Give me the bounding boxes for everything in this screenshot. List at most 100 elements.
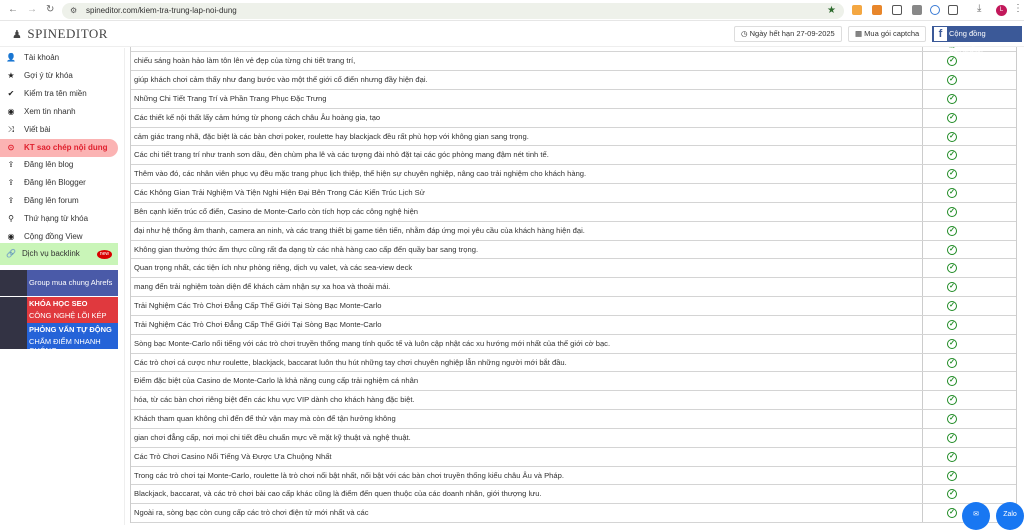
table-row: Trải Nghiệm Các Trò Chơi Đẳng Cấp Thế Gi… [131,297,1016,316]
sentence-text: giúp khách chơi cảm thấy như đang bước v… [134,75,428,85]
eye-icon: ◉ [7,106,15,116]
banner-thumbnail [0,323,27,349]
check-icon: ✔ [7,88,15,98]
profile-avatar[interactable]: L [996,5,1007,16]
sidebar-item-label: Kiểm tra tên miền [24,88,87,98]
menu-icon[interactable]: ⋮ [1013,3,1023,14]
sentence-text: Các Không Gian Trải Nghiệm Và Tiện Nghi … [134,188,425,198]
sidebar-item[interactable]: 👤 Tài khoản [0,49,118,67]
sidebar-item[interactable]: ◉ Xem tin nhanh [0,103,118,121]
zalo-label: Zalo [1003,511,1017,518]
sidebar-item[interactable]: ⇪ Đăng lên forum [0,192,118,210]
sentence-text: Trải Nghiệm Các Trò Chơi Đẳng Cấp Thế Gi… [134,319,382,329]
sidebar-item-label: Thứ hạng từ khóa [24,214,89,224]
banner-line1: Group mua chung Ahrefs [29,278,113,287]
download-icon[interactable]: ⤓ [977,3,981,14]
extension-icon[interactable] [872,5,882,15]
sentence-text: Điểm đặc biệt của Casino de Monte-Carlo … [134,376,419,386]
table-row: Ngoài ra, sòng bạc còn cung cấp các trò … [131,504,1016,524]
sentence-text: Các Trò Chơi Casino Nổi Tiếng Và Được Ưa… [134,451,332,461]
reload-icon[interactable]: ↻ [46,4,54,15]
promo-banner[interactable]: Group mua chung Ahrefs [0,270,118,296]
forward-icon[interactable]: → [27,4,37,15]
check-circle-icon: ✓ [947,414,957,425]
sidebar-item[interactable]: ⇪ Đăng lên blog [0,156,118,174]
buy-captcha-button[interactable]: ▦ Mua gói captcha [848,26,927,42]
check-circle-icon: ✓ [947,169,957,180]
content-table: không gian mở, ánh sáng tự nhiên xuyên q… [130,33,1017,524]
sidebar-item[interactable]: ⤨ Viết bài [0,121,118,139]
copyright-extension-icon[interactable] [930,5,940,15]
table-row: Quan trọng nhất, các tiện ích như phòng … [131,259,1016,279]
sidebar-item-label: Đăng lên forum [24,196,79,206]
sidebar-item-label: Cộng đồng View [24,232,83,241]
table-row: Các Không Gian Trải Nghiệm Và Tiện Nghi … [131,184,1016,203]
table-row: Các trò chơi cá cược như roulette, black… [131,353,1017,373]
sentence-text: Bên cạnh kiến trúc cổ điển, Casino de Mo… [134,206,419,216]
address-bar[interactable]: ⚙ spineditor.com/kiem-tra-trung-lap-noi-… [62,3,844,19]
community-button[interactable]: f Cộng đồng SpinEditor [932,26,1022,54]
status-cell: ✓ [922,278,1017,297]
status-cell: ✓ [922,221,1017,240]
sidebar-item-backlink[interactable]: 🔗 Dịch vụ backlink new [0,243,118,265]
extensions-puzzle-icon[interactable] [948,5,958,15]
sidebar-item-label: Viết bài [24,124,51,134]
messenger-button[interactable]: ✉ [962,502,990,530]
expiry-label: Ngày hết hạn 27-09-2025 [749,29,835,38]
check-circle-icon: ✓ [947,131,957,142]
status-cell: ✓ [922,146,1017,165]
sentence-text: Khách tham quan không chỉ đến để thử vận… [134,414,396,424]
table-row: mang đến trải nghiệm toàn diện để khách … [131,278,1017,298]
sidebar-item[interactable]: ⊙ KT sao chép nội dung [0,138,118,157]
check-circle-icon: ✓ [947,150,957,161]
check-circle-icon: ✓ [947,357,957,368]
table-row: Trong các trò chơi tại Monte-Carlo, roul… [131,466,1016,486]
bookmark-star-icon[interactable]: ★ [827,3,836,19]
status-cell: ✓ [922,184,1017,202]
status-cell: ✓ [922,240,1017,259]
check-circle-icon: ✓ [947,432,957,443]
browser-toolbar: ← → ↻ ⚙ spineditor.com/kiem-tra-trung-la… [0,0,1024,21]
logo[interactable]: ♟ SPINEDITOR [12,26,108,42]
check-circle-icon: ✓ [947,282,957,293]
upload-icon: ⇪ [7,196,15,206]
app-header: ♟ SPINEDITOR ◷ Ngày hết hạn 27-09-2025 ▦ … [0,21,1024,54]
check-circle-icon: ✓ [947,206,957,217]
table-row: Sòng bạc Monte-Carlo nổi tiếng với các t… [131,334,1016,354]
check-circle-icon: ✓ [947,395,957,406]
check-circle-icon: ✓ [947,188,957,199]
check-circle-icon: ✓ [947,470,957,481]
table-row: Khách tham quan không chỉ đến để thử vận… [131,410,1016,429]
sidebar-item-label: KT sao chép nội dung [24,142,108,152]
site-settings-icon[interactable]: ⚙ [70,3,77,19]
user-icon: 👤 [6,53,16,62]
sidebar-item[interactable]: ★ Gợi ý từ khóa [0,67,118,85]
community-label: Cộng đồng SpinEditor [949,29,986,54]
status-cell: ✓ [922,202,1017,221]
expiry-button[interactable]: ◷ Ngày hết hạn 27-09-2025 [734,26,842,42]
sidebar-item[interactable]: ⚲ Thứ hạng từ khóa [0,210,118,228]
status-cell: ✓ [922,353,1017,372]
upload-icon: ⇪ [7,160,15,170]
back-icon[interactable]: ← [8,4,18,15]
promo-banner[interactable]: PHỎNG VẤN TỰ ĐỘNG CHẤM ĐIỂM NHANH CHÓNG [0,323,118,355]
status-cell: ✓ [922,297,1017,315]
spy-icon: ♟ [12,29,23,41]
image-extension-icon[interactable] [892,5,902,15]
sidebar-item[interactable]: ⇪ Đăng lên Blogger [0,174,118,192]
zalo-button[interactable]: Zalo [996,502,1024,530]
status-cell: ✓ [922,127,1017,146]
sidebar-item[interactable]: ✔ Kiểm tra tên miền [0,85,118,103]
sentence-text: Các trò chơi cá cược như roulette, black… [134,357,567,367]
backlink-label: Dịch vụ backlink [22,249,80,258]
sentence-text: Các chi tiết trang trí như tranh sơn dầu… [134,150,549,160]
extension-icon[interactable] [912,5,922,15]
extension-icon[interactable] [852,5,862,15]
messenger-icon: ✉ [973,511,979,518]
sentence-text: Không gian thưởng thức ẩm thực cũng rất … [134,244,479,254]
check-circle-icon: ✓ [947,489,957,500]
table-row: Blackjack, baccarat, và các trò chơi bài… [131,485,1016,505]
table-row: chiếu sáng hoàn hảo làm tôn lên vẻ đẹp c… [131,52,1016,72]
status-cell: ✓ [922,165,1017,184]
promo-banner[interactable]: KHÓA HỌC SEO CÔNG NGHỆ LÕI KÉP [0,296,118,323]
